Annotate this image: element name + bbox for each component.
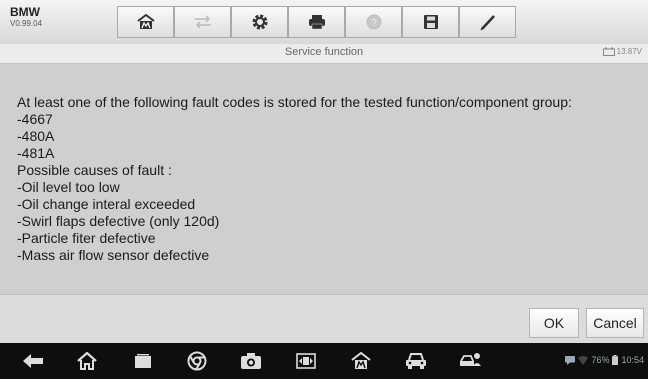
save-button[interactable] bbox=[402, 6, 459, 38]
camera-icon bbox=[241, 353, 261, 369]
print-button[interactable] bbox=[288, 6, 345, 38]
print-icon bbox=[308, 15, 325, 30]
clock: 10:54 bbox=[621, 355, 644, 365]
screen-capture-button[interactable] bbox=[295, 351, 317, 371]
recent-apps-icon bbox=[135, 354, 151, 368]
help-icon: ? bbox=[366, 14, 381, 30]
vehicle-menu-button[interactable] bbox=[405, 351, 427, 371]
camera-button[interactable] bbox=[240, 351, 262, 371]
vehicle-swap-button[interactable] bbox=[174, 6, 231, 38]
message-line: -Oil change interal exceeded bbox=[17, 196, 196, 212]
house-icon bbox=[77, 352, 97, 370]
help-button[interactable]: ? bbox=[345, 6, 402, 38]
browser-icon bbox=[187, 351, 207, 371]
screen-capture-icon bbox=[296, 353, 316, 369]
battery-icon bbox=[612, 355, 619, 365]
remote-desk-icon bbox=[460, 353, 481, 366]
message-line: At least one of the following fault code… bbox=[17, 94, 572, 110]
cancel-button[interactable]: Cancel bbox=[586, 308, 644, 338]
browser-button[interactable] bbox=[186, 351, 208, 371]
message-line: -481A bbox=[17, 145, 55, 161]
action-bar: OK Cancel bbox=[0, 294, 648, 343]
autel-home-icon bbox=[351, 352, 371, 369]
autel-home-button[interactable] bbox=[350, 351, 372, 371]
message-line: -Mass air flow sensor defective bbox=[17, 247, 210, 263]
message-line: -4667 bbox=[17, 111, 53, 127]
edit-button[interactable] bbox=[459, 6, 516, 38]
wifi-icon bbox=[578, 355, 589, 365]
message-line: Possible causes of fault : bbox=[17, 162, 172, 178]
back-button[interactable] bbox=[22, 351, 44, 371]
pen-icon bbox=[480, 15, 495, 31]
brand-name: BMW bbox=[10, 5, 40, 19]
message-text: At least one of the following fault code… bbox=[17, 94, 637, 264]
message-panel: At least one of the following fault code… bbox=[0, 64, 648, 294]
ok-button[interactable]: OK bbox=[529, 308, 579, 338]
status-area: 76% 10:54 bbox=[565, 355, 644, 365]
system-nav-bar: 76% 10:54 bbox=[0, 343, 648, 379]
voltage-value: 13.87V bbox=[616, 47, 642, 56]
settings-gear-icon bbox=[252, 14, 267, 30]
vehicle-swap-icon bbox=[194, 15, 211, 29]
car-battery-icon bbox=[602, 47, 615, 56]
screen: BMW V0.99.04 ? Service function 13.87V A… bbox=[0, 0, 648, 379]
message-line: -Oil level too low bbox=[17, 179, 120, 195]
battery-percent: 76% bbox=[591, 355, 610, 365]
chat-icon bbox=[565, 355, 576, 365]
car-icon bbox=[406, 353, 426, 369]
settings-button[interactable] bbox=[231, 6, 288, 38]
recent-apps-button[interactable] bbox=[132, 351, 154, 371]
message-line: -480A bbox=[17, 128, 55, 144]
save-icon bbox=[423, 15, 438, 29]
home-nav-button[interactable] bbox=[76, 351, 98, 371]
brand-block: BMW V0.99.04 bbox=[10, 6, 42, 28]
back-arrow-icon bbox=[23, 354, 43, 368]
home-button[interactable] bbox=[117, 6, 174, 38]
remote-desk-button[interactable] bbox=[459, 351, 481, 371]
home-icon bbox=[136, 14, 155, 29]
page-title: Service function bbox=[284, 46, 364, 58]
message-line: -Particle fiter defective bbox=[17, 230, 156, 246]
title-bar: Service function 13.87V bbox=[0, 44, 648, 64]
vehicle-voltage: 13.87V bbox=[602, 47, 642, 56]
software-version: V0.99.04 bbox=[10, 19, 43, 28]
top-toolbar: BMW V0.99.04 ? bbox=[0, 0, 648, 45]
message-line: -Swirl flaps defective (only 120d) bbox=[17, 213, 220, 229]
svg-text:?: ? bbox=[371, 18, 377, 29]
